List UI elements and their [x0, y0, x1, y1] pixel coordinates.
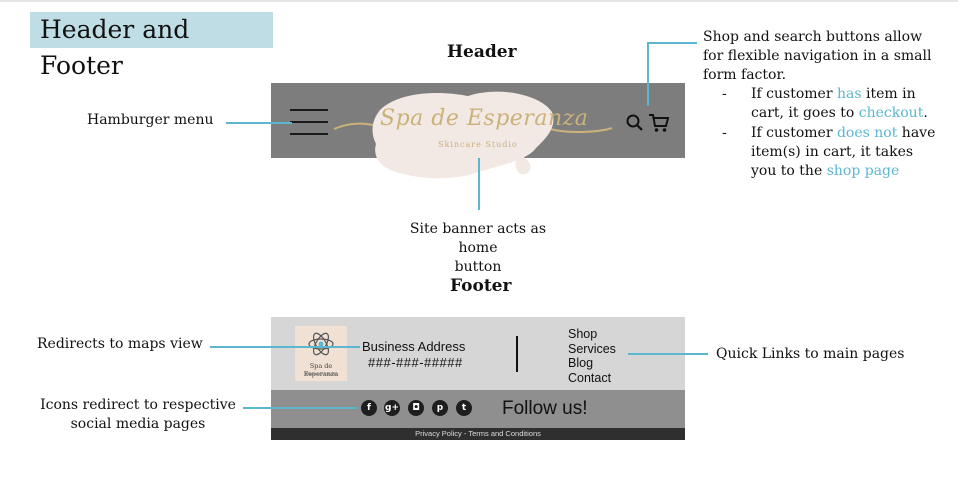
slide-title: Header and Footer [30, 12, 273, 80]
hamburger-icon-line-middle[interactable] [290, 121, 328, 123]
bullet-1-text-b: item in [861, 86, 916, 102]
bullet-1-text-a: If customer [751, 86, 837, 102]
footer-link-shop[interactable]: Shop [568, 327, 616, 342]
business-address[interactable]: Business Address [362, 339, 465, 354]
shop-annotation-line1: Shop and search buttons allow [703, 29, 923, 45]
bullet-2: If customer does not have item(s) in car… [751, 124, 935, 181]
top-rule [0, 0, 958, 2]
banner-brand-subtitle: Skincare Studio [438, 140, 518, 149]
bullet-2-text-c: item(s) in cart, it takes [751, 144, 914, 160]
footer-social-band [271, 390, 685, 428]
facebook-icon[interactable]: f [361, 400, 377, 416]
hamburger-annotation: Hamburger menu [87, 112, 214, 128]
bullet-1: If customer has item in cart, it goes to… [751, 85, 928, 123]
pinterest-icon[interactable]: p [432, 400, 448, 416]
social-annotation-line1: Icons redirect to respective [40, 397, 236, 413]
banner-annotation-line2: button [454, 259, 502, 275]
bullet-2-highlight-shop-page: shop page [826, 163, 900, 179]
banner-annotation-line1: Site banner acts as home [409, 221, 547, 256]
bullet-2-text-d: you to the [751, 163, 827, 179]
follow-us-text: Follow us! [502, 398, 588, 419]
quick-links-annotation: Quick Links to main pages [716, 346, 905, 362]
shop-search-annotation: Shop and search buttons allow for flexib… [703, 28, 931, 85]
footer-quick-links: Shop Services Blog Contact [568, 327, 616, 385]
bullet-1-highlight-checkout: checkout [858, 105, 924, 121]
social-connector [243, 407, 357, 409]
quick-links-connector [628, 353, 708, 355]
cart-icon[interactable] [647, 112, 671, 134]
business-phone[interactable]: ###-###-##### [368, 355, 463, 370]
footer-logo-sub: Skincare Studio [304, 371, 338, 376]
bullet-2-highlight-does-not: does not [836, 125, 898, 141]
header-heading: Header [447, 42, 517, 62]
shop-connector-vertical [647, 42, 649, 106]
hamburger-connector [226, 122, 292, 124]
footer-link-services[interactable]: Services [568, 342, 616, 357]
banner-brand-name: Spa de Esperanza [380, 106, 589, 131]
bullet-dash-2: - [722, 125, 727, 141]
footer-heading: Footer [450, 276, 512, 296]
social-annotation: Icons redirect to respective social medi… [40, 396, 236, 434]
bullet-1-text-d: . [923, 105, 928, 121]
hamburger-icon-line-bottom[interactable] [290, 133, 328, 135]
bullet-2-text-b: have [897, 125, 936, 141]
twitter-icon[interactable]: t [456, 400, 472, 416]
shop-annotation-line3: form factor. [703, 67, 787, 83]
banner-connector [478, 158, 480, 210]
shop-annotation-line2: for flexible navigation in a small [703, 48, 932, 64]
footer-link-contact[interactable]: Contact [568, 371, 616, 386]
site-banner-logo[interactable] [368, 88, 558, 182]
shop-connector-horizontal [647, 42, 697, 44]
banner-annotation: Site banner acts as home button [393, 220, 563, 277]
instagram-icon[interactable]: ◘ [408, 400, 424, 416]
bullet-1-highlight-has: has [836, 86, 862, 102]
atom-logo-icon [308, 332, 334, 356]
search-icon[interactable] [625, 113, 645, 133]
bullet-1-text-c: cart, it goes to [751, 105, 859, 121]
maps-annotation: Redirects to maps view [37, 336, 203, 352]
legal-links[interactable]: Privacy Policy - Terms and Conditions [271, 429, 685, 438]
bullet-dash-1: - [722, 86, 727, 102]
social-annotation-line2: social media pages [70, 416, 206, 432]
maps-connector [210, 346, 360, 348]
google-plus-icon[interactable]: g+ [384, 400, 400, 416]
bullet-2-text-a: If customer [751, 125, 837, 141]
hamburger-icon-line-top[interactable] [290, 109, 328, 111]
footer-divider [516, 336, 518, 372]
footer-link-blog[interactable]: Blog [568, 356, 616, 371]
